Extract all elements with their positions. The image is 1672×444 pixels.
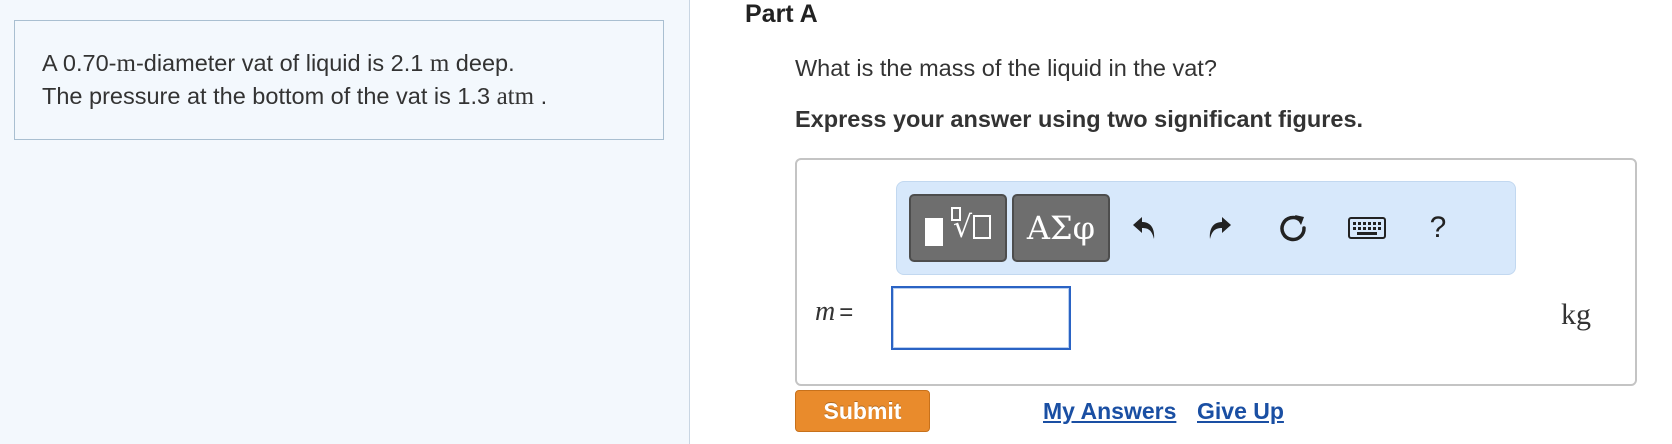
variable-label: m =: [815, 296, 853, 328]
math-unit: m: [429, 50, 450, 77]
reset-button[interactable]: [1267, 202, 1319, 254]
redo-icon: [1209, 217, 1231, 239]
symbols-button[interactable]: ΑΣφ: [1012, 194, 1110, 262]
keyboard-icon: [1348, 217, 1386, 239]
root-template-icon: √: [950, 207, 992, 243]
problem-text: A 0.70-: [42, 50, 117, 76]
math-toolbar: √ ΑΣφ ?: [896, 181, 1516, 275]
reset-icon: [1280, 215, 1306, 242]
give-up-link[interactable]: Give Up: [1197, 398, 1284, 425]
problem-text: .: [534, 83, 548, 109]
equals-sign: =: [839, 299, 854, 326]
math-unit: atm: [496, 83, 535, 110]
question-pane: Part A What is the mass of the liquid in…: [691, 0, 1672, 444]
problem-pane: A 0.70-m-diameter vat of liquid is 2.1 m…: [0, 0, 690, 444]
part-title: Part A: [745, 0, 818, 28]
redo-button[interactable]: [1193, 202, 1245, 254]
keyboard-button[interactable]: [1341, 202, 1393, 254]
submit-button[interactable]: Submit: [795, 390, 930, 432]
instruction-text: Express your answer using two significan…: [795, 106, 1364, 132]
templates-icon: [924, 218, 943, 246]
undo-icon: [1133, 217, 1155, 239]
question-text: What is the mass of the liquid in the va…: [795, 55, 1217, 81]
math-unit: m: [116, 50, 136, 77]
variable-symbol: m: [815, 296, 836, 327]
problem-line-1: A 0.70-m-diameter vat of liquid is 2.1 m…: [42, 47, 636, 80]
templates-button[interactable]: √: [909, 194, 1007, 262]
unit-label: kg: [1561, 298, 1591, 331]
help-button[interactable]: ?: [1412, 202, 1464, 254]
answer-box: √ ΑΣφ ? m = kg: [795, 158, 1637, 386]
undo-button[interactable]: [1119, 202, 1171, 254]
problem-text: deep.: [449, 50, 515, 76]
problem-statement: A 0.70-m-diameter vat of liquid is 2.1 m…: [14, 20, 664, 140]
problem-text: The pressure at the bottom of the vat is…: [42, 83, 497, 109]
problem-line-2: The pressure at the bottom of the vat is…: [42, 80, 636, 113]
my-answers-link[interactable]: My Answers: [1043, 398, 1176, 425]
problem-text: -diameter vat of liquid is 2.1: [135, 50, 430, 76]
answer-input[interactable]: [891, 286, 1071, 350]
